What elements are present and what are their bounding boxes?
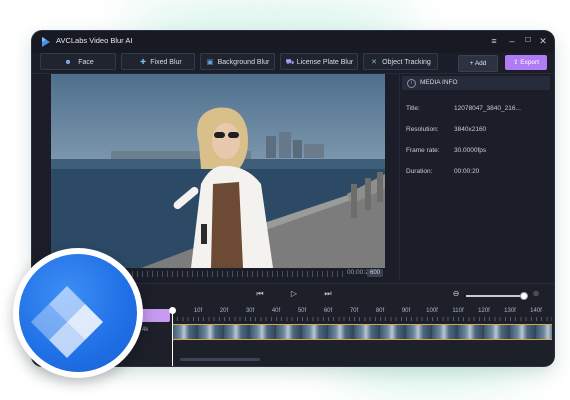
app-title: AVCLabs Video Blur AI [56, 36, 133, 45]
video-track-clip[interactable] [172, 324, 552, 340]
ruler-label: 90f [401, 308, 411, 314]
timeline-scrollbar[interactable] [180, 358, 260, 361]
add-button[interactable]: + Add [458, 55, 498, 72]
duration-badge: 600 [366, 269, 383, 277]
tool-background-blur[interactable]: ▣ Background Blur [200, 53, 275, 70]
tool-face[interactable]: ☻ Face [40, 53, 116, 70]
ruler-label: 10f [193, 308, 203, 314]
logo-diamonds-icon [31, 286, 103, 358]
title-value: 12078047_3840_216... [454, 105, 521, 112]
tool-license-plate-blur[interactable]: ⛟ License Plate Blur [280, 53, 358, 70]
ruler-label: 130f [504, 308, 516, 314]
info-icon: i [407, 79, 416, 88]
product-logo [19, 254, 137, 372]
next-frame-button[interactable]: ⏭ [322, 289, 334, 299]
play-button[interactable]: ▷ [288, 289, 300, 298]
app-logo-icon [42, 37, 50, 47]
prev-frame-button[interactable]: ⏮ [254, 289, 266, 299]
ruler-label: 110f [452, 308, 464, 314]
ruler-label: 50f [297, 308, 307, 314]
export-button[interactable]: ⇪ Export [505, 55, 547, 70]
resolution-value: 3840x2160 [454, 126, 487, 133]
track-label: 4k [142, 327, 149, 333]
duration-key: Duration: [406, 168, 433, 175]
media-info-title: MEDIA INFO [420, 79, 458, 86]
tool-fixed-blur[interactable]: ✚ Fixed Blur [121, 53, 195, 70]
close-button[interactable]: ✕ [537, 35, 549, 47]
ruler-label: 140f [530, 308, 542, 314]
ruler-label: 80f [375, 308, 385, 314]
resolution-key: Resolution: [406, 126, 439, 133]
ruler-label: 30f [245, 308, 255, 314]
maximize-button[interactable]: ☐ [522, 35, 534, 47]
menu-icon[interactable]: ≡ [488, 35, 500, 47]
title-key: Title: [406, 105, 420, 112]
zoom-in-icon[interactable]: ⊕ [530, 289, 542, 298]
export-icon: ⇪ [512, 59, 519, 66]
toolbar: ☻ Face ✚ Fixed Blur ▣ Background Blur ⛟ … [32, 53, 554, 73]
tool-object-tracking[interactable]: ✕ Object Tracking [363, 53, 438, 70]
ruler-label: 120f [478, 308, 490, 314]
media-info-panel: i MEDIA INFO Title: 12078047_3840_216...… [399, 74, 552, 280]
video-frame [51, 107, 385, 268]
frame-rate-key: Frame rate: [406, 147, 440, 154]
playhead-handle[interactable] [169, 307, 176, 314]
title-bar: AVCLabs Video Blur AI ≡ – ☐ ✕ [32, 31, 554, 53]
media-info-header: i MEDIA INFO [402, 76, 550, 90]
duration-value: 00:00:20 [454, 168, 480, 175]
ruler-label: 100f [426, 308, 438, 314]
frame-rate-value: 30.0000fps [454, 147, 487, 154]
zoom-slider[interactable] [466, 295, 524, 297]
video-preview[interactable] [51, 74, 385, 268]
product-logo-badge [13, 248, 143, 378]
ruler-label: 60f [323, 308, 333, 314]
zoom-slider-handle[interactable] [520, 292, 528, 300]
playhead[interactable] [172, 308, 173, 366]
ruler-label: 20f [219, 308, 229, 314]
minimize-button[interactable]: – [506, 35, 518, 47]
zoom-out-icon[interactable]: ⊖ [450, 289, 462, 298]
ruler-label: 40f [271, 308, 281, 314]
track-header[interactable] [140, 309, 170, 322]
ruler-label: 70f [349, 308, 359, 314]
ruler-ticks [172, 317, 552, 321]
scrub-ticks [117, 271, 345, 277]
